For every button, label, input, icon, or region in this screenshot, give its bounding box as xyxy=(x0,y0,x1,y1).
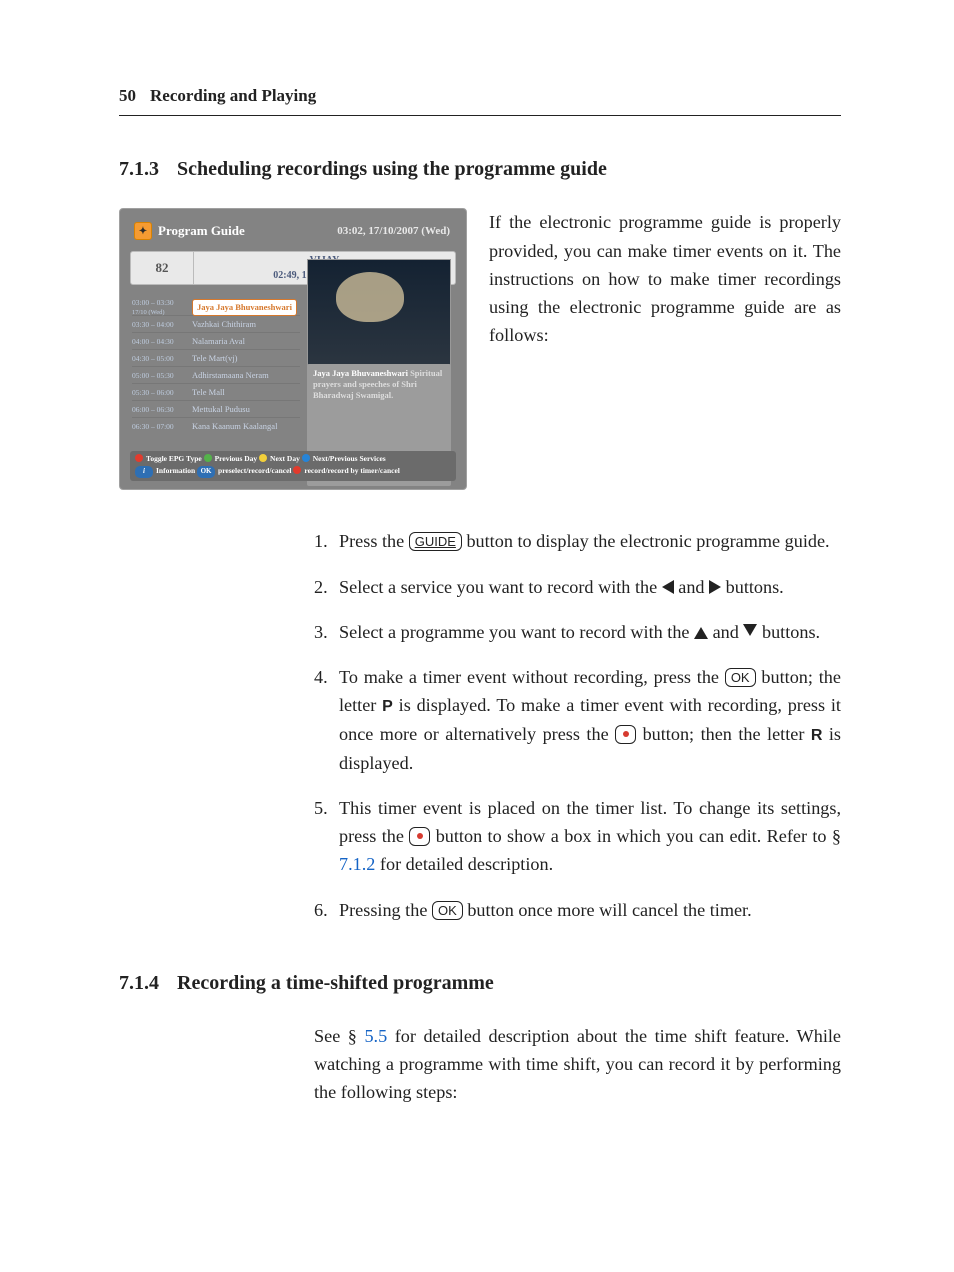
row-time: 04:30 – 05:00 xyxy=(132,353,192,365)
ok-keycap: OK xyxy=(725,668,756,687)
chapter-title: Recording and Playing xyxy=(150,83,316,109)
step-2: Select a service you want to record with… xyxy=(314,573,841,601)
section-title: Scheduling recordings using the programm… xyxy=(177,154,607,185)
row-time: 04:00 – 04:30 xyxy=(132,336,192,348)
figure-legend: Toggle EPG Type Previous Day Next Day Ne… xyxy=(130,451,456,481)
row-programme: Tele Mall xyxy=(192,386,225,399)
guide-keycap: GUIDE xyxy=(409,532,462,551)
fig-datetime: 03:02, 17/10/2007 (Wed) xyxy=(337,223,450,240)
row-time: 05:00 – 05:30 xyxy=(132,370,192,382)
ref-712-link[interactable]: 7.1.2 xyxy=(339,854,375,874)
fig-title: Program Guide xyxy=(158,221,245,241)
programme-rows: 03:00 – 03:3017/10 (Wed)Jaya Jaya Bhuvan… xyxy=(132,299,300,434)
record-keycap xyxy=(615,725,636,744)
step-3: Select a programme you want to record wi… xyxy=(314,618,841,646)
running-head: 50 Recording and Playing xyxy=(119,83,841,116)
legend-toggle: Toggle EPG Type xyxy=(146,454,202,463)
row-time: 06:30 – 07:00 xyxy=(132,421,192,433)
page-number: 50 xyxy=(119,83,136,109)
info-chip-icon: i xyxy=(135,466,153,477)
programme-row: 04:00 – 04:30Nalamaria Aval xyxy=(132,332,300,349)
ok-chip-icon: OK xyxy=(197,466,215,477)
section-heading-713: 7.1.3 Scheduling recordings using the pr… xyxy=(119,154,841,185)
r-label: R xyxy=(811,727,823,744)
row-time: 05:30 – 06:00 xyxy=(132,387,192,399)
legend-next-day: Next Day xyxy=(270,454,300,463)
row-time: 03:00 – 03:3017/10 (Wed) xyxy=(132,297,192,319)
row-programme: Kana Kaanum Kaalangal xyxy=(192,420,277,433)
record-dot-icon-2 xyxy=(417,833,423,839)
step-5: This timer event is placed on the timer … xyxy=(314,794,841,879)
programme-row: 04:30 – 05:00Tele Mart(vj) xyxy=(132,349,300,366)
instruction-list: Press the GUIDE button to display the el… xyxy=(314,527,841,923)
section-number-714: 7.1.4 xyxy=(119,968,159,999)
record-keycap-2 xyxy=(409,827,430,846)
up-arrow-icon xyxy=(694,627,708,639)
red-dot-icon-2 xyxy=(293,466,301,474)
programme-row: 05:30 – 06:00Tele Mall xyxy=(132,383,300,400)
row-programme: Mettukal Pudusu xyxy=(192,403,250,416)
legend-preselect: preselect/record/cancel xyxy=(218,466,291,475)
program-guide-icon: ✦ xyxy=(134,222,152,240)
figure-and-intro-row: ✦ Program Guide 03:02, 17/10/2007 (Wed) … xyxy=(119,208,841,490)
step-4: To make a timer event without recording,… xyxy=(314,663,841,777)
left-arrow-icon xyxy=(662,580,674,594)
legend-next-prev: Next/Previous Services xyxy=(313,454,386,463)
row-time: 03:30 – 04:00 xyxy=(132,319,192,331)
record-dot-icon xyxy=(623,731,629,737)
fig-titlebar: ✦ Program Guide 03:02, 17/10/2007 (Wed) xyxy=(130,219,456,247)
programme-row: 06:30 – 07:00Kana Kaanum Kaalangal xyxy=(132,417,300,434)
red-dot-icon xyxy=(135,454,143,462)
desc-title: Jaya Jaya Bhuvaneshwari xyxy=(313,368,408,378)
row-programme: Jaya Jaya Bhuvaneshwari xyxy=(192,299,297,316)
row-time: 06:00 – 06:30 xyxy=(132,404,192,416)
programme-row: 03:30 – 04:00Vazhkai Chithiram xyxy=(132,315,300,332)
step-1: Press the GUIDE button to display the el… xyxy=(314,527,841,555)
programme-row: 06:00 – 06:30Mettukal Pudusu xyxy=(132,400,300,417)
blue-dot-icon xyxy=(302,454,310,462)
channel-number: 82 xyxy=(130,251,194,285)
row-programme: Vazhkai Chithiram xyxy=(192,318,256,331)
section2-body: See § 5.5 for detailed description about… xyxy=(314,1022,841,1107)
p-label: P xyxy=(382,698,393,715)
row-programme: Tele Mart(vj) xyxy=(192,352,237,365)
section-number: 7.1.3 xyxy=(119,154,159,185)
row-programme: Nalamaria Aval xyxy=(192,335,245,348)
program-guide-screenshot: ✦ Program Guide 03:02, 17/10/2007 (Wed) … xyxy=(119,208,467,490)
section-heading-714: 7.1.4 Recording a time-shifted programme xyxy=(119,968,841,999)
programme-row: 05:00 – 05:30Adhirstamaana Neram xyxy=(132,366,300,383)
page: 50 Recording and Playing 7.1.3 Schedulin… xyxy=(0,0,954,1272)
preview-thumbnail xyxy=(307,259,451,366)
ok-keycap-2: OK xyxy=(432,901,463,920)
legend-information: Information xyxy=(156,466,195,475)
intro-paragraph: If the electronic programme guide is pro… xyxy=(489,208,841,490)
ref-55-link[interactable]: 5.5 xyxy=(364,1026,387,1046)
row-programme: Adhirstamaana Neram xyxy=(192,369,269,382)
legend-rec-cancel: record/record by timer/cancel xyxy=(304,466,400,475)
legend-prev-day: Previous Day xyxy=(215,454,258,463)
step-6: Pressing the OK button once more will ca… xyxy=(314,896,841,924)
down-arrow-icon xyxy=(743,624,757,636)
yellow-dot-icon xyxy=(259,454,267,462)
right-arrow-icon xyxy=(709,580,721,594)
section-title-714: Recording a time-shifted programme xyxy=(177,968,494,999)
green-dot-icon xyxy=(204,454,212,462)
programme-row: 03:00 – 03:3017/10 (Wed)Jaya Jaya Bhuvan… xyxy=(132,299,300,315)
